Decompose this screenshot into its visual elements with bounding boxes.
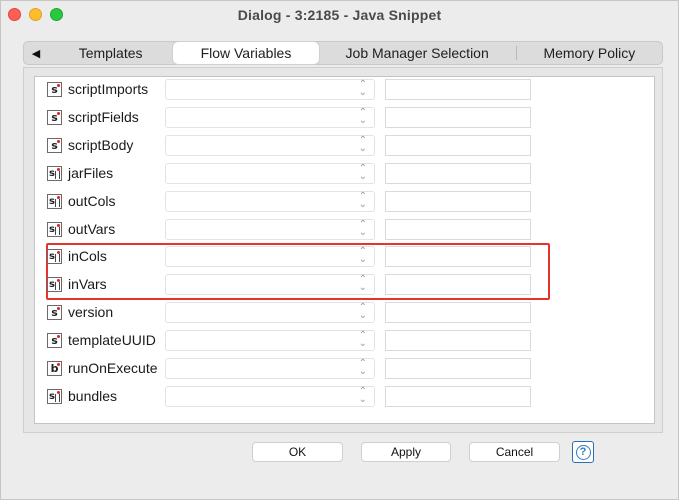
flow-variable-row: s inCols ⌃ ⌄ [35,244,555,270]
flow-variable-label: scriptBody [68,136,134,153]
flow-variable-label: bundles [68,387,118,404]
chevron-up-down-icon: ⌃ ⌄ [358,218,367,238]
output-variable-name-input[interactable] [385,218,531,240]
help-icon: ? [575,444,591,460]
flow-variable-label: runOnExecute [68,360,158,376]
flow-variable-row: s scriptBody ⌃ ⌄ [35,133,555,159]
flow-variable-select[interactable]: ⌃ ⌄ [165,330,375,352]
flow-variable-select[interactable]: ⌃ ⌄ [165,358,375,379]
chevron-up-down-icon: ⌃ ⌄ [358,79,367,98]
string-array-variable-icon: s [47,165,62,181]
flow-variable-row: s outCols ⌃ ⌄ [35,189,555,215]
flow-variables-list: s scriptImports ⌃ ⌄ s scriptFields ⌃ ⌄ s scriptBo… [34,76,655,424]
flow-variable-select[interactable]: ⌃ ⌄ [165,106,375,128]
chevron-up-down-icon: ⌃ ⌄ [358,358,367,377]
flow-variable-select[interactable]: ⌃ ⌄ [165,218,375,240]
string-array-variable-icon: s [47,221,62,237]
chevron-up-down-icon: ⌃ ⌄ [358,106,367,126]
flow-variable-label: scriptFields [68,108,139,125]
chevron-up-down-icon: ⌃ ⌄ [358,246,367,266]
string-variable-icon: s [47,333,62,349]
dialog-window: Dialog - 3:2185 - Java Snippet ◀ Templat… [0,0,679,500]
flow-variable-row: s jarFiles ⌃ ⌄ [35,161,555,187]
flow-variable-row: s templateUUID ⌃ ⌄ [35,328,555,354]
chevron-up-down-icon: ⌃ ⌄ [358,190,367,210]
string-variable-icon: s [47,305,62,321]
chevron-up-down-icon: ⌃ ⌄ [358,134,367,154]
flow-variable-row: s outVars ⌃ ⌄ [35,217,555,243]
tab-bar: ◀ Templates Flow Variables Job Manager S… [23,41,663,65]
output-variable-name-input[interactable] [385,302,531,324]
output-variable-name-input[interactable] [385,274,531,296]
string-array-variable-icon: s [47,193,62,209]
flow-variable-row: s version ⌃ ⌄ [35,300,555,326]
output-variable-name-input[interactable] [385,358,531,379]
flow-variable-label: outVars [68,220,116,237]
string-variable-icon: s [47,109,62,125]
chevron-up-down-icon: ⌃ ⌄ [358,385,367,405]
window-title: Dialog - 3:2185 - Java Snippet [237,7,442,23]
chevron-up-down-icon: ⌃ ⌄ [358,274,367,294]
flow-variable-row: s inVars ⌃ ⌄ [35,272,555,298]
flow-variable-label: inVars [68,276,107,293]
string-array-variable-icon: s [47,388,62,404]
window-controls [8,8,63,21]
chevron-up-down-icon: ⌃ ⌄ [358,330,367,350]
flow-variable-row: s scriptFields ⌃ ⌄ [35,105,555,131]
cancel-button[interactable]: Cancel [469,442,560,462]
flow-variable-label: scriptImports [68,81,149,97]
flow-variable-select[interactable]: ⌃ ⌄ [165,246,375,268]
string-array-variable-icon: s [47,249,62,265]
flow-variable-label: templateUUID [68,332,156,349]
flow-variable-select[interactable]: ⌃ ⌄ [165,302,375,324]
tab-content-panel: s scriptImports ⌃ ⌄ s scriptFields ⌃ ⌄ s scriptBo… [23,67,663,433]
output-variable-name-input[interactable] [385,385,531,407]
output-variable-name-input[interactable] [385,134,531,156]
flow-variable-label: outCols [68,192,116,209]
flow-variable-select[interactable]: ⌃ ⌄ [165,190,375,212]
output-variable-name-input[interactable] [385,162,531,184]
flow-variable-row: b runOnExecute ⌃ ⌄ [35,356,555,382]
tab-scroll-left-icon[interactable]: ◀ [24,42,48,64]
ok-button[interactable]: OK [252,442,343,462]
maximize-window-button[interactable] [50,8,63,21]
string-array-variable-icon: s [47,277,62,293]
flow-variable-label: inCols [68,248,107,265]
flow-variable-row: s bundles ⌃ ⌄ [35,384,555,410]
output-variable-name-input[interactable] [385,79,531,100]
output-variable-name-input[interactable] [385,330,531,352]
tab-flow-variables[interactable]: Flow Variables [173,42,319,64]
close-window-button[interactable] [8,8,21,21]
tab-memory-policy[interactable]: Memory Policy [517,42,662,64]
boolean-variable-icon: b [47,361,62,376]
tab-templates[interactable]: Templates [48,42,173,64]
output-variable-name-input[interactable] [385,190,531,212]
flow-variable-select[interactable]: ⌃ ⌄ [165,134,375,156]
string-variable-icon: s [47,137,62,153]
string-variable-icon: s [47,82,62,97]
flow-variable-row: s scriptImports ⌃ ⌄ [35,77,555,103]
apply-button[interactable]: Apply [361,442,451,462]
output-variable-name-input[interactable] [385,106,531,128]
dialog-button-bar: OK Apply Cancel ? [1,441,679,466]
flow-variable-select[interactable]: ⌃ ⌄ [165,274,375,296]
flow-variable-select[interactable]: ⌃ ⌄ [165,385,375,407]
flow-variable-label: version [68,304,114,321]
flow-variable-label: jarFiles [68,164,114,181]
flow-variable-select[interactable]: ⌃ ⌄ [165,162,375,184]
output-variable-name-input[interactable] [385,246,531,268]
help-button[interactable]: ? [572,441,594,463]
chevron-up-down-icon: ⌃ ⌄ [358,162,367,182]
minimize-window-button[interactable] [29,8,42,21]
chevron-up-down-icon: ⌃ ⌄ [358,302,367,322]
tab-job-manager-selection[interactable]: Job Manager Selection [319,42,516,64]
title-bar[interactable]: Dialog - 3:2185 - Java Snippet [1,1,678,29]
flow-variable-select[interactable]: ⌃ ⌄ [165,79,375,100]
